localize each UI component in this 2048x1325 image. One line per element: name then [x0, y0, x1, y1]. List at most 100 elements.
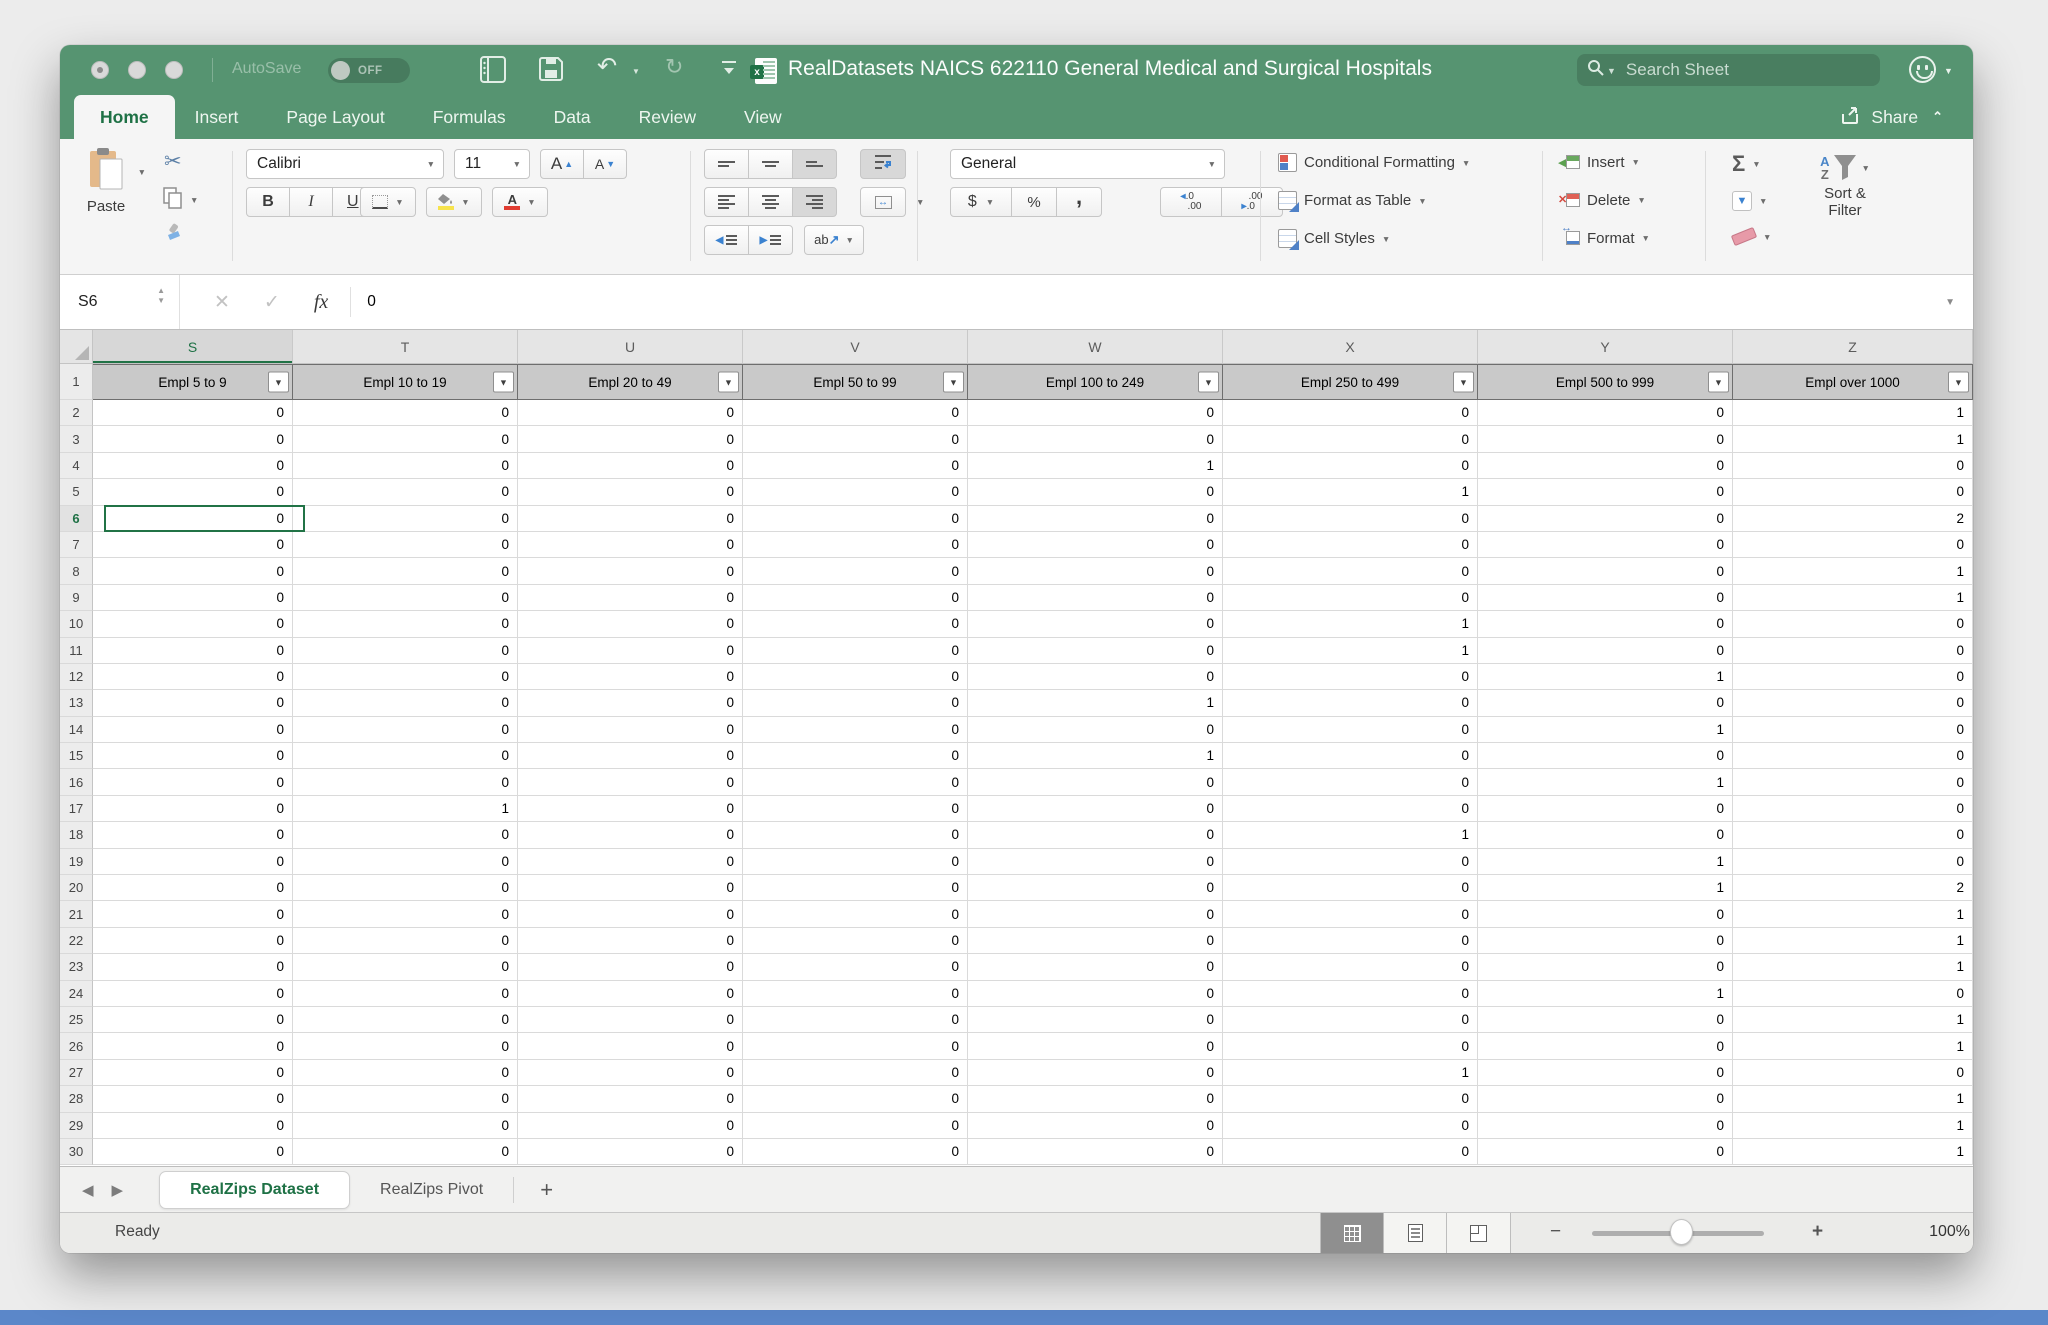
sheet-nav-left-icon[interactable]: ◀ — [82, 1181, 94, 1199]
cell-U23[interactable]: 0 — [518, 954, 743, 980]
font-size-combo[interactable]: 11▼ — [454, 149, 530, 179]
cut-icon[interactable]: ✂ — [164, 149, 182, 174]
fill-color-button[interactable]: ▼ — [426, 187, 482, 217]
cell-X3[interactable]: 0 — [1223, 426, 1478, 452]
cell-Z7[interactable]: 0 — [1733, 532, 1973, 558]
normal-view-button[interactable] — [1321, 1213, 1384, 1253]
bold-button[interactable]: B — [246, 187, 290, 217]
cell-U15[interactable]: 0 — [518, 743, 743, 769]
row-header-4[interactable]: 4 — [60, 453, 93, 479]
select-all-corner[interactable] — [60, 330, 93, 364]
filter-header-V[interactable]: Empl 50 to 99▼ — [743, 364, 968, 400]
cell-X25[interactable]: 0 — [1223, 1007, 1478, 1033]
cell-W3[interactable]: 0 — [968, 426, 1223, 452]
cell-X22[interactable]: 0 — [1223, 928, 1478, 954]
cell-U24[interactable]: 0 — [518, 981, 743, 1007]
filter-header-Z[interactable]: Empl over 1000▼ — [1733, 364, 1973, 400]
cell-U4[interactable]: 0 — [518, 453, 743, 479]
cell-S14[interactable]: 0 — [93, 717, 293, 743]
cell-T12[interactable]: 0 — [293, 664, 518, 690]
cell-V13[interactable]: 0 — [743, 690, 968, 716]
cell-U7[interactable]: 0 — [518, 532, 743, 558]
cell-X28[interactable]: 0 — [1223, 1086, 1478, 1112]
cell-W5[interactable]: 0 — [968, 479, 1223, 505]
cell-W16[interactable]: 0 — [968, 769, 1223, 795]
cell-S28[interactable]: 0 — [93, 1086, 293, 1112]
formula-bar-expand-arrow[interactable]: ▼ — [1945, 297, 1955, 308]
cell-Y15[interactable]: 0 — [1478, 743, 1733, 769]
cell-S20[interactable]: 0 — [93, 875, 293, 901]
cell-Z28[interactable]: 1 — [1733, 1086, 1973, 1112]
cell-Y16[interactable]: 1 — [1478, 769, 1733, 795]
decrease-indent-button[interactable]: ◀ — [704, 225, 749, 255]
cell-Z10[interactable]: 0 — [1733, 611, 1973, 637]
row-header-14[interactable]: 14 — [60, 717, 93, 743]
tab-insert[interactable]: Insert — [193, 95, 241, 139]
zoom-slider-thumb[interactable] — [1670, 1219, 1693, 1245]
cell-Z2[interactable]: 1 — [1733, 400, 1973, 426]
row-header-10[interactable]: 10 — [60, 611, 93, 637]
filter-dropdown-button[interactable]: ▼ — [1948, 372, 1969, 393]
cell-T8[interactable]: 0 — [293, 558, 518, 584]
cell-T29[interactable]: 0 — [293, 1113, 518, 1139]
page-break-view-button[interactable] — [1447, 1213, 1510, 1253]
text-orientation-button[interactable]: ab↗ ▼ — [804, 225, 864, 255]
cell-Z12[interactable]: 0 — [1733, 664, 1973, 690]
cell-W29[interactable]: 0 — [968, 1113, 1223, 1139]
align-top-button[interactable] — [704, 149, 749, 179]
cell-W6[interactable]: 0 — [968, 506, 1223, 532]
font-color-dropdown-arrow[interactable]: ▼ — [527, 197, 535, 207]
align-bottom-button[interactable] — [792, 149, 837, 179]
cell-W28[interactable]: 0 — [968, 1086, 1223, 1112]
cell-T13[interactable]: 0 — [293, 690, 518, 716]
cell-T4[interactable]: 0 — [293, 453, 518, 479]
save-icon[interactable] — [538, 56, 564, 82]
column-header-W[interactable]: W — [968, 330, 1223, 364]
cell-S19[interactable]: 0 — [93, 849, 293, 875]
format-cells-button[interactable]: Format▼ — [1560, 229, 1650, 247]
cell-U26[interactable]: 0 — [518, 1033, 743, 1059]
cell-T21[interactable]: 0 — [293, 901, 518, 927]
cell-Y3[interactable]: 0 — [1478, 426, 1733, 452]
cell-Y27[interactable]: 0 — [1478, 1060, 1733, 1086]
filter-header-U[interactable]: Empl 20 to 49▼ — [518, 364, 743, 400]
row-header-8[interactable]: 8 — [60, 558, 93, 584]
cell-X12[interactable]: 0 — [1223, 664, 1478, 690]
cell-T11[interactable]: 0 — [293, 638, 518, 664]
row-header-20[interactable]: 20 — [60, 875, 93, 901]
cell-X27[interactable]: 1 — [1223, 1060, 1478, 1086]
cell-U20[interactable]: 0 — [518, 875, 743, 901]
cell-X16[interactable]: 0 — [1223, 769, 1478, 795]
cell-W8[interactable]: 0 — [968, 558, 1223, 584]
cell-W19[interactable]: 0 — [968, 849, 1223, 875]
orientation-dropdown-arrow[interactable]: ▼ — [845, 235, 853, 245]
cell-W30[interactable]: 0 — [968, 1139, 1223, 1165]
cell-Z20[interactable]: 2 — [1733, 875, 1973, 901]
cell-S13[interactable]: 0 — [93, 690, 293, 716]
redo-icon[interactable]: ↻ — [665, 54, 683, 80]
cell-U12[interactable]: 0 — [518, 664, 743, 690]
cell-T17[interactable]: 1 — [293, 796, 518, 822]
filter-dropdown-button[interactable]: ▼ — [493, 372, 514, 393]
cell-U27[interactable]: 0 — [518, 1060, 743, 1086]
cell-Z9[interactable]: 1 — [1733, 585, 1973, 611]
cell-X23[interactable]: 0 — [1223, 954, 1478, 980]
cell-S26[interactable]: 0 — [93, 1033, 293, 1059]
zoom-out-button[interactable]: − — [1550, 1221, 1561, 1243]
cell-X13[interactable]: 0 — [1223, 690, 1478, 716]
cell-T10[interactable]: 0 — [293, 611, 518, 637]
cell-X15[interactable]: 0 — [1223, 743, 1478, 769]
font-name-dropdown-arrow[interactable]: ▼ — [427, 159, 435, 169]
cell-X11[interactable]: 1 — [1223, 638, 1478, 664]
cell-X30[interactable]: 0 — [1223, 1139, 1478, 1165]
align-right-button[interactable] — [792, 187, 837, 217]
zoom-in-button[interactable]: + — [1812, 1221, 1823, 1243]
customize-toolbar-icon[interactable] — [720, 60, 738, 76]
cell-T25[interactable]: 0 — [293, 1007, 518, 1033]
cell-Z14[interactable]: 0 — [1733, 717, 1973, 743]
cell-U28[interactable]: 0 — [518, 1086, 743, 1112]
currency-format-button[interactable]: $▼ — [950, 187, 1012, 217]
row-header-27[interactable]: 27 — [60, 1060, 93, 1086]
cell-V21[interactable]: 0 — [743, 901, 968, 927]
filter-header-S[interactable]: Empl 5 to 9▼ — [93, 364, 293, 400]
